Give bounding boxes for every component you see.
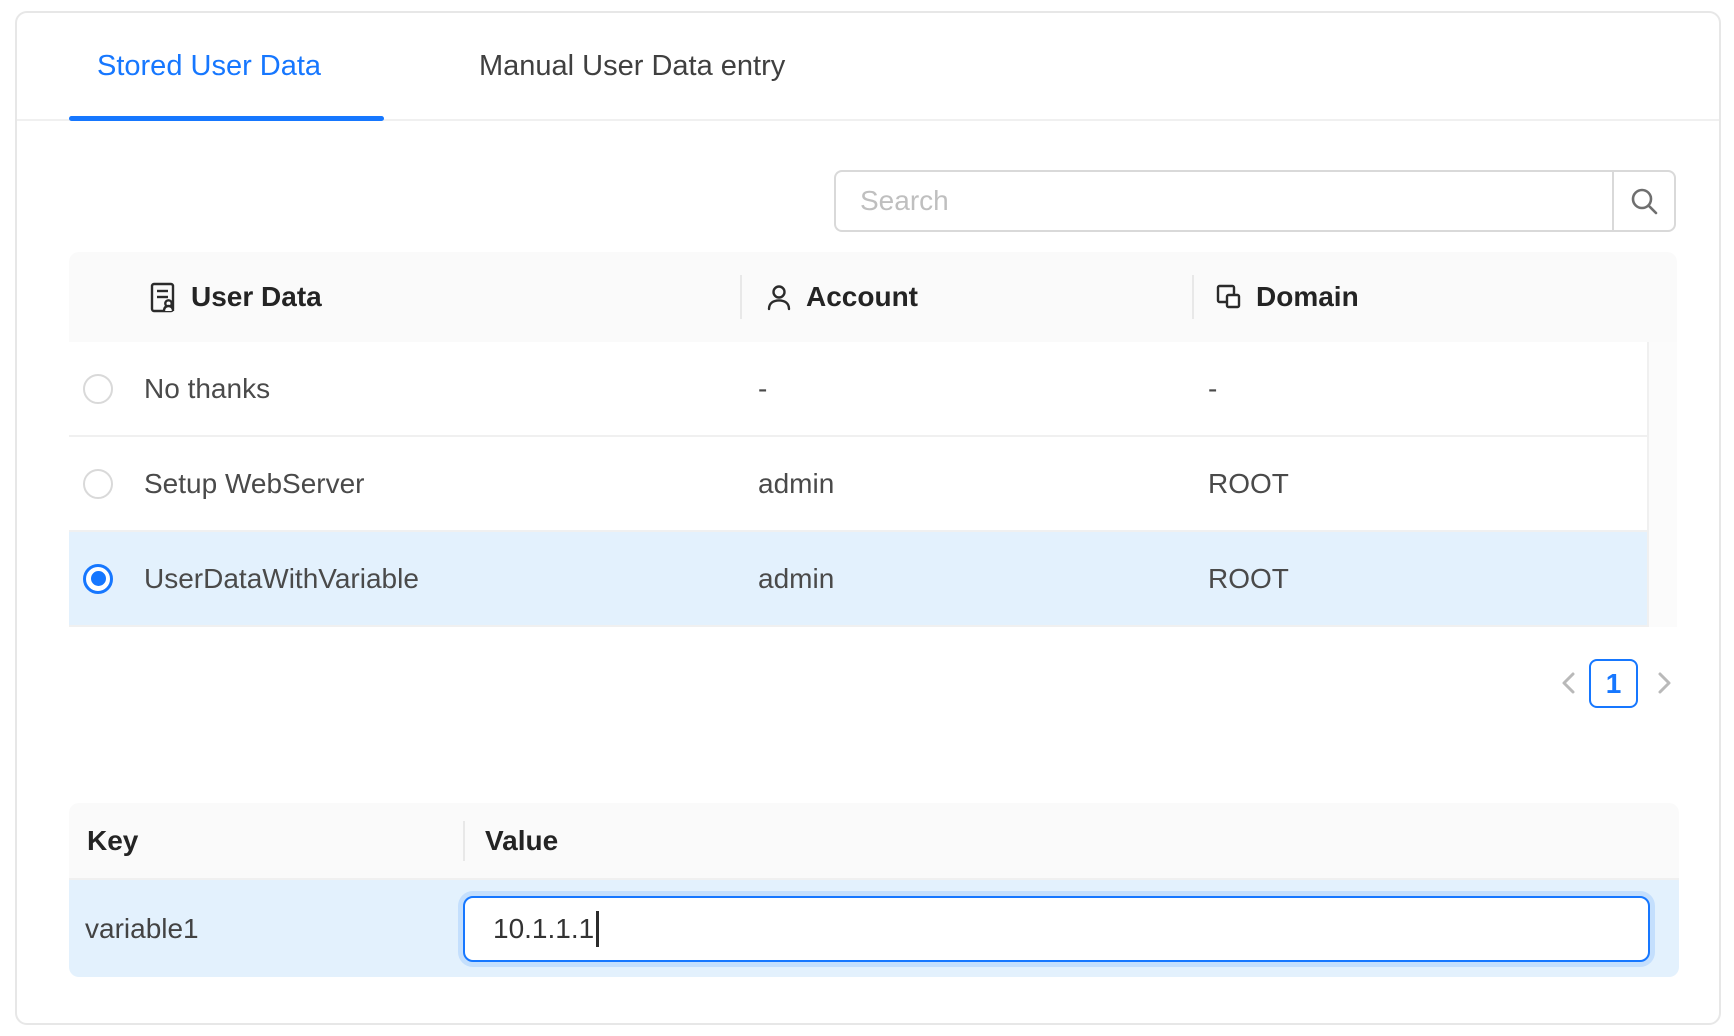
account-cell: - <box>740 373 1192 405</box>
user-data-cell: Setup WebServer <box>144 468 365 500</box>
text-cursor <box>596 911 599 947</box>
column-divider <box>1192 275 1194 319</box>
search-button[interactable] <box>1612 170 1676 232</box>
domain-cell: ROOT <box>1192 468 1647 500</box>
overlapping-squares-icon <box>1214 282 1244 312</box>
column-header-user-data-label: User Data <box>191 281 322 313</box>
table-row-no-thanks[interactable]: No thanks - - <box>69 342 1647 437</box>
domain-cell: ROOT <box>1192 563 1647 595</box>
pagination-page-1[interactable]: 1 <box>1589 659 1638 708</box>
user-data-file-icon <box>145 280 179 314</box>
tab-stored-user-data[interactable]: Stored User Data <box>97 13 321 119</box>
variables-header-row: Key Value <box>69 803 1679 880</box>
account-cell: admin <box>740 563 1192 595</box>
tab-manual-user-data-entry[interactable]: Manual User Data entry <box>479 13 785 119</box>
variables-table: Key Value variable1 10.1.1.1 <box>69 803 1679 977</box>
radio-button[interactable] <box>83 374 113 404</box>
column-divider <box>740 275 742 319</box>
variable-row: variable1 10.1.1.1 <box>69 880 1679 977</box>
tab-manual-user-data-entry-label: Manual User Data entry <box>479 50 785 83</box>
column-header-domain-label: Domain <box>1256 281 1359 313</box>
scrollbar-gutter <box>1647 342 1677 627</box>
active-tab-indicator <box>69 116 384 121</box>
pagination-previous-button[interactable] <box>1552 666 1586 700</box>
table-body: No thanks - - Setup WebServer admin ROOT… <box>69 342 1677 627</box>
variable-value-text: 10.1.1.1 <box>493 913 594 945</box>
person-icon <box>764 282 794 312</box>
pagination-next-button[interactable] <box>1647 666 1681 700</box>
table-header-row: User Data Account <box>69 252 1677 342</box>
domain-cell: - <box>1192 373 1647 405</box>
column-header-domain: Domain <box>1192 252 1677 342</box>
tab-stored-user-data-label: Stored User Data <box>97 50 321 83</box>
column-header-user-data: User Data <box>69 252 740 342</box>
table-row-setup-webserver[interactable]: Setup WebServer admin ROOT <box>69 437 1647 532</box>
search-input[interactable] <box>834 170 1612 232</box>
radio-button-selected[interactable] <box>83 564 113 594</box>
account-cell: admin <box>740 468 1192 500</box>
column-header-account: Account <box>740 252 1192 342</box>
column-header-key: Key <box>69 825 463 857</box>
column-divider <box>463 821 465 861</box>
search-bar <box>834 170 1676 232</box>
user-data-cell: No thanks <box>144 373 270 405</box>
variable-value-input[interactable]: 10.1.1.1 <box>463 896 1650 962</box>
pagination-page-number: 1 <box>1606 668 1622 700</box>
user-data-cell: UserDataWithVariable <box>144 563 419 595</box>
tab-bar: Stored User Data Manual User Data entry <box>17 13 1719 121</box>
search-icon <box>1628 185 1660 217</box>
column-header-value: Value <box>463 825 558 857</box>
stored-user-data-table: User Data Account <box>69 252 1677 627</box>
user-data-dialog: Stored User Data Manual User Data entry <box>15 11 1721 1025</box>
radio-button[interactable] <box>83 469 113 499</box>
chevron-left-icon <box>1556 668 1582 698</box>
variable-key-cell: variable1 <box>69 913 463 945</box>
column-header-account-label: Account <box>806 281 918 313</box>
table-row-userdatawithvariable[interactable]: UserDataWithVariable admin ROOT <box>69 532 1647 627</box>
chevron-right-icon <box>1651 668 1677 698</box>
